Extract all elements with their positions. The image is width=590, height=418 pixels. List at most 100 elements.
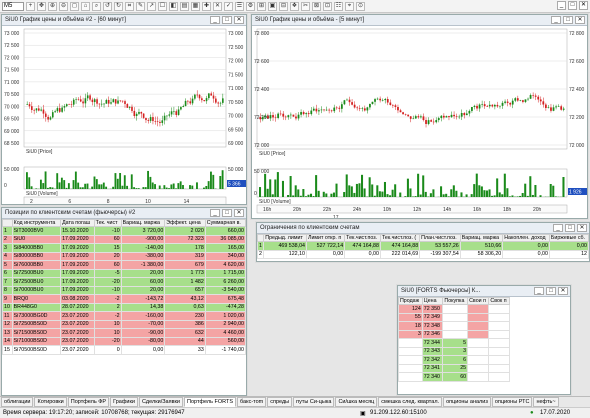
workspace-tab[interactable]: Сделки/Заявки [138,397,183,407]
column-header[interactable]: Код инструмента [11,219,62,227]
column-header[interactable]: Продаж [398,297,423,305]
column-header[interactable]: Свои п [467,297,490,305]
orderbook-row[interactable]: 72 340 60 [398,372,510,382]
toolbar-button-9[interactable]: ⌗ [125,1,134,11]
close-icon[interactable]: ✕ [579,1,588,10]
toolbar-button-16[interactable]: ✚ [202,1,211,11]
minimize-icon[interactable]: _ [553,224,563,232]
timeframe-select[interactable]: M5 [2,1,24,11]
toolbar-button-2[interactable]: ⊕ [48,1,57,11]
toolbar-button-11[interactable]: ↗ [147,1,156,11]
orderbook-row[interactable]: 72 341 25 [398,363,510,373]
column-header[interactable] [2,219,13,227]
column-header[interactable]: Лимит откр. п [305,234,346,242]
price-chart-5min[interactable]: 72 800 72 600 72 400 72 200 72 000 72 800 72 6… [252,26,588,219]
orderbook-row[interactable]: 72 342 6 [398,355,510,365]
column-header[interactable]: Покупка [442,297,469,305]
workspace-tab[interactable]: Си/шка месяц [335,397,378,407]
toolbar-button-23[interactable]: ⊟ [279,1,288,11]
restore-icon[interactable]: □ [565,224,575,232]
table-row[interactable]: 7 Si72500BU0 17.09.2020 -20 60,00 1 482 6 260,… [2,277,246,287]
column-header[interactable]: Предыд. лимит [263,234,307,242]
toolbar-button-14[interactable]: ▤ [180,1,189,11]
table-row[interactable]: 4 Si80000BB0 17.09.2020 20 -380,00 319 340,00 [2,251,246,261]
column-header[interactable]: Цена [421,297,444,305]
minimize-icon[interactable]: _ [557,1,566,10]
close-icon[interactable]: ✕ [575,16,585,24]
table-row[interactable]: 2 122,10 0,00 0,00 222 014,69 -199 307,54 58 3… [257,249,589,259]
close-icon[interactable]: ✕ [234,209,244,217]
table-row[interactable]: 8 Si70000BU0 17.09.2020 -10 20,00 657 -3 540,0… [2,285,246,295]
orderbook-row[interactable]: 124 72 350 [398,304,510,314]
column-header[interactable]: Накоплен. доход [502,234,550,242]
table-row[interactable]: 15 Si70500BS0D 23.07.2020 0 0,00 33 -1 740,00 [2,345,246,355]
maximize-icon[interactable]: □ [568,1,577,10]
restore-icon[interactable]: □ [546,287,556,295]
toolbar-button-17[interactable]: ✕ [213,1,222,11]
table-row[interactable]: 3 Si84000BB0 17.09.2020 15 -140,00 178 165,00 [2,243,246,253]
table-row[interactable]: 13 Si71500BS0D 23.07.2020 10 -90,00 632 4 460,… [2,328,246,338]
column-header[interactable]: Тек.чист.поз. ( [379,234,421,242]
workspace-tab[interactable]: Графики [110,397,138,407]
column-header[interactable]: Биржевые сб. [548,234,589,242]
toolbar-button-13[interactable]: ◧ [169,1,178,11]
workspace-tab[interactable]: спреды [267,397,293,407]
toolbar-button-30[interactable]: ⊙ [356,1,365,11]
orderbook-row[interactable]: 3 72 346 [398,329,510,339]
restore-icon[interactable]: □ [222,209,232,217]
column-header[interactable]: Вариац. маржа [459,234,504,242]
column-header[interactable]: Суммарная в. [204,219,246,227]
column-header[interactable]: Дата погаш [60,219,95,227]
workspace-tab[interactable]: нефть~ [533,397,559,407]
price-chart-60min[interactable]: 73 000 72 500 72 000 71 500 71 000 70 500 70 0… [2,26,247,205]
toolbar-button-24[interactable]: ❖ [290,1,299,11]
restore-icon[interactable]: □ [563,16,573,24]
column-header[interactable]: План.чист.поз. [419,234,461,242]
workspace-tab[interactable]: Котировки [34,397,67,407]
column-header[interactable]: Тек.чист.поз. [344,234,381,242]
close-icon[interactable]: ✕ [558,287,568,295]
toolbar-button-3[interactable]: ⊖ [59,1,68,11]
toolbar-button-1[interactable]: ✥ [37,1,46,11]
restore-icon[interactable]: □ [222,16,232,24]
toolbar-button-25[interactable]: ✂ [301,1,310,11]
column-header[interactable]: Эффект. цена [164,219,206,227]
toolbar-button-5[interactable]: ⌂ [81,1,90,11]
table-row[interactable]: 6 Si72500BU0 17.09.2020 -5 20,00 1 773 1 715,0… [2,268,246,278]
table-row[interactable]: 11 Si73000BG0D 23.07.2020 -2 -160,00 230 1 020… [2,311,246,321]
workspace-tab[interactable]: опционы РТС [491,397,533,407]
toolbar-button-8[interactable]: ↻ [114,1,123,11]
toolbar-button-15[interactable]: ▦ [191,1,200,11]
close-icon[interactable]: ✕ [577,224,587,232]
close-icon[interactable]: ✕ [234,16,244,24]
column-header[interactable]: Тек. чист [93,219,122,227]
toolbar-button-29[interactable]: ⌖ [345,1,354,11]
toolbar-button-10[interactable]: ✎ [136,1,145,11]
toolbar-button-27[interactable]: ⊡ [323,1,332,11]
workspace-tab[interactable]: смешка след. квартал. [378,397,443,407]
table-row[interactable]: 2 SiU0 17.09.2020 60 -900,00 72 323 36 085,00 [2,234,246,244]
toolbar-button-20[interactable]: ⚙ [246,1,255,11]
table-row[interactable]: 5 Si76000BB0 17.09.2020 60 -1 380,00 679 4 620… [2,260,246,270]
table-row[interactable]: 12 Si72500BS0D 23.07.2020 10 -70,00 386 2 940,… [2,319,246,329]
toolbar-button-19[interactable]: ☰ [235,1,244,11]
workspace-tab[interactable]: Портфель FORTS [184,397,237,407]
toolbar-button-6[interactable]: ⌕ [92,1,101,11]
minimize-icon[interactable]: _ [534,287,544,295]
table-row[interactable]: 14 Si71000BS0D 23.07.2020 -20 -80,00 44 560,00 [2,336,246,346]
table-row[interactable]: 9 BRQ0 03.08.2020 -2 -143,72 43,12 675,48 [2,294,246,304]
toolbar-button-26[interactable]: ⊠ [312,1,321,11]
orderbook-row[interactable]: 72 344 5 [398,338,510,348]
table-row[interactable]: 1 469 538,04 527 722,14 474 164,88 474 164,8… [257,241,589,251]
workspace-tab[interactable]: опционы анализ [443,397,491,407]
toolbar-button-7[interactable]: ↺ [103,1,112,11]
table-row[interactable]: 10 BR448G0 28.07.2020 2 14,38 0,63 -474,28 [2,302,246,312]
orderbook-row[interactable]: 72 343 3 [398,346,510,356]
workspace-tab[interactable]: Портфель ФР [67,397,110,407]
toolbar-button-4[interactable]: ◻ [70,1,79,11]
minimize-icon[interactable]: _ [551,16,561,24]
orderbook-row[interactable]: 55 72 349 [398,312,510,322]
toolbar-button-21[interactable]: ⊞ [257,1,266,11]
workspace-tab[interactable]: путы Си-цыка [293,397,335,407]
column-header[interactable]: Вариац. маржа [120,219,166,227]
